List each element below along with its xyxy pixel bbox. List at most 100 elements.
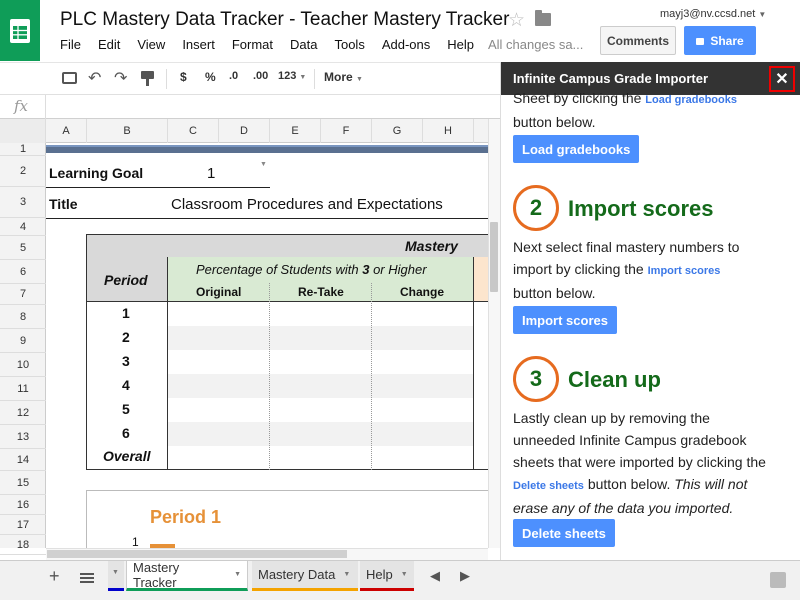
star-icon[interactable]: ☆	[508, 9, 525, 32]
tab-mastery-data[interactable]: Mastery Data ▼	[252, 561, 358, 591]
currency-format-button[interactable]: $	[180, 70, 187, 84]
mastery-label: Mastery	[405, 238, 458, 254]
column-header-d[interactable]: D	[219, 119, 270, 143]
sheet-tab-dropdown[interactable]: ▼	[108, 561, 124, 591]
learning-goal-dropdown-icon[interactable]: ▼	[260, 161, 267, 168]
row-header[interactable]: 4	[0, 218, 46, 236]
step3-text-a: Lastly clean up by removing the	[513, 410, 710, 426]
vertical-scroll-thumb[interactable]	[490, 222, 498, 292]
pct-header: Percentage of Students with 3 or Higher	[196, 262, 427, 277]
row-header[interactable]: 17	[0, 515, 46, 535]
row-header[interactable]: 12	[0, 401, 46, 425]
step2-text-c: button below.	[513, 285, 596, 301]
formula-bar[interactable]: fx	[0, 95, 500, 119]
row-header[interactable]: 8	[0, 305, 46, 329]
column-header-e[interactable]: E	[270, 119, 321, 143]
menu-insert[interactable]: Insert	[182, 37, 215, 52]
user-email: mayj3@nv.ccsd.net	[660, 8, 756, 20]
period-row-label: 2	[122, 329, 130, 345]
learning-goal-value[interactable]: 1	[207, 165, 215, 182]
column-header-bar: A B C D E F G H	[0, 119, 490, 143]
menu-bar: File Edit View Insert Format Data Tools …	[60, 37, 491, 52]
row-header[interactable]: 1	[0, 143, 46, 156]
select-all-corner[interactable]	[0, 119, 46, 143]
toolbar-divider	[166, 69, 167, 89]
document-title[interactable]: PLC Mastery Data Tracker - Teacher Maste…	[60, 9, 509, 31]
delete-sheets-button[interactable]: Delete sheets	[513, 519, 615, 547]
folder-icon[interactable]	[535, 10, 551, 26]
title-label: Title	[49, 196, 78, 212]
chevron-down-icon: ▼	[400, 571, 408, 578]
menu-file[interactable]: File	[60, 37, 81, 52]
row-header[interactable]: 5	[0, 236, 46, 260]
increase-decimal-button[interactable]: .00	[253, 70, 268, 82]
row-header[interactable]: 7	[0, 284, 46, 305]
row-header[interactable]: 3	[0, 187, 46, 218]
table-stripe	[167, 422, 473, 446]
menu-addons[interactable]: Add-ons	[382, 37, 430, 52]
paint-format-icon[interactable]	[141, 71, 154, 79]
all-sheets-icon[interactable]	[80, 573, 94, 575]
step1-inline-link: Load gradebooks	[645, 94, 737, 106]
tab-label: Mastery Data	[258, 567, 336, 582]
column-header-a[interactable]: A	[46, 119, 87, 143]
app-header: PLC Mastery Data Tracker - Teacher Maste…	[0, 0, 800, 62]
decrease-decimal-button[interactable]: .0	[229, 70, 238, 82]
spreadsheet-grid[interactable]: Learning Goal 1 ▼ Title Classroom Proced…	[46, 143, 488, 548]
step3-inline-link: Delete sheets	[513, 480, 584, 492]
scroll-tabs-left-icon[interactable]: ◀	[430, 568, 440, 584]
number-format-dropdown[interactable]: 123 ▼	[278, 70, 306, 82]
column-header-c[interactable]: C	[168, 119, 219, 143]
menu-view[interactable]: View	[137, 37, 165, 52]
menu-format[interactable]: Format	[232, 37, 273, 52]
save-status[interactable]: All changes sa...	[488, 37, 583, 52]
row-header[interactable]: 18	[0, 535, 46, 555]
explore-icon[interactable]	[770, 572, 786, 588]
column-header-f[interactable]: F	[321, 119, 372, 143]
menu-help[interactable]: Help	[447, 37, 474, 52]
column-header-b[interactable]: B	[87, 119, 168, 143]
step3-text-c: sheets that were imported by clicking th…	[513, 454, 766, 470]
row-header[interactable]: 14	[0, 449, 46, 471]
period-row-label: 1	[122, 305, 130, 321]
menu-data[interactable]: Data	[290, 37, 317, 52]
redo-icon[interactable]: ↷	[114, 68, 127, 88]
row-header[interactable]: 15	[0, 471, 46, 495]
row-header[interactable]: 11	[0, 377, 46, 401]
import-scores-button[interactable]: Import scores	[513, 306, 617, 334]
row-header[interactable]: 6	[0, 260, 46, 284]
table-vline	[167, 301, 168, 470]
vertical-scrollbar[interactable]	[488, 119, 500, 548]
column-header-h[interactable]: H	[423, 119, 474, 143]
print-icon[interactable]	[62, 72, 77, 84]
sheets-logo-icon[interactable]	[0, 0, 40, 61]
col-change-label: Change	[400, 285, 445, 299]
period-label: Period	[104, 272, 148, 288]
menu-edit[interactable]: Edit	[98, 37, 120, 52]
chevron-down-icon: ▼	[299, 74, 307, 81]
percent-format-button[interactable]: %	[205, 70, 216, 84]
load-gradebooks-button[interactable]: Load gradebooks	[513, 135, 640, 163]
horizontal-scroll-thumb[interactable]	[47, 550, 347, 558]
share-button[interactable]: Share	[684, 26, 756, 55]
row-header[interactable]: 9	[0, 329, 46, 353]
sheet-tab-bar: + ▼ Mastery Tracker ▼ Mastery Data ▼ Hel…	[0, 560, 800, 600]
undo-icon[interactable]: ↶	[88, 68, 101, 88]
scroll-tabs-right-icon[interactable]: ▶	[460, 568, 470, 584]
step3-text-b: unneeded Infinite Campus gradebook	[513, 432, 747, 448]
menu-tools[interactable]: Tools	[334, 37, 364, 52]
row-header[interactable]: 2	[0, 156, 46, 187]
tab-help[interactable]: Help ▼	[360, 561, 414, 591]
row-header[interactable]: 10	[0, 353, 46, 377]
comments-button[interactable]: Comments	[600, 26, 676, 55]
lock-icon	[696, 38, 705, 45]
row-header[interactable]: 13	[0, 425, 46, 449]
title-value[interactable]: Classroom Procedures and Expectations	[171, 196, 443, 213]
tab-mastery-tracker[interactable]: Mastery Tracker ▼	[126, 560, 248, 591]
account-menu[interactable]: mayj3@nv.ccsd.net ▼	[660, 8, 766, 20]
add-sheet-icon[interactable]: +	[49, 566, 60, 587]
column-header-g[interactable]: G	[372, 119, 423, 143]
period-row-label: 3	[122, 353, 130, 369]
more-dropdown[interactable]: More ▼	[324, 70, 363, 84]
row-header[interactable]: 16	[0, 495, 46, 515]
